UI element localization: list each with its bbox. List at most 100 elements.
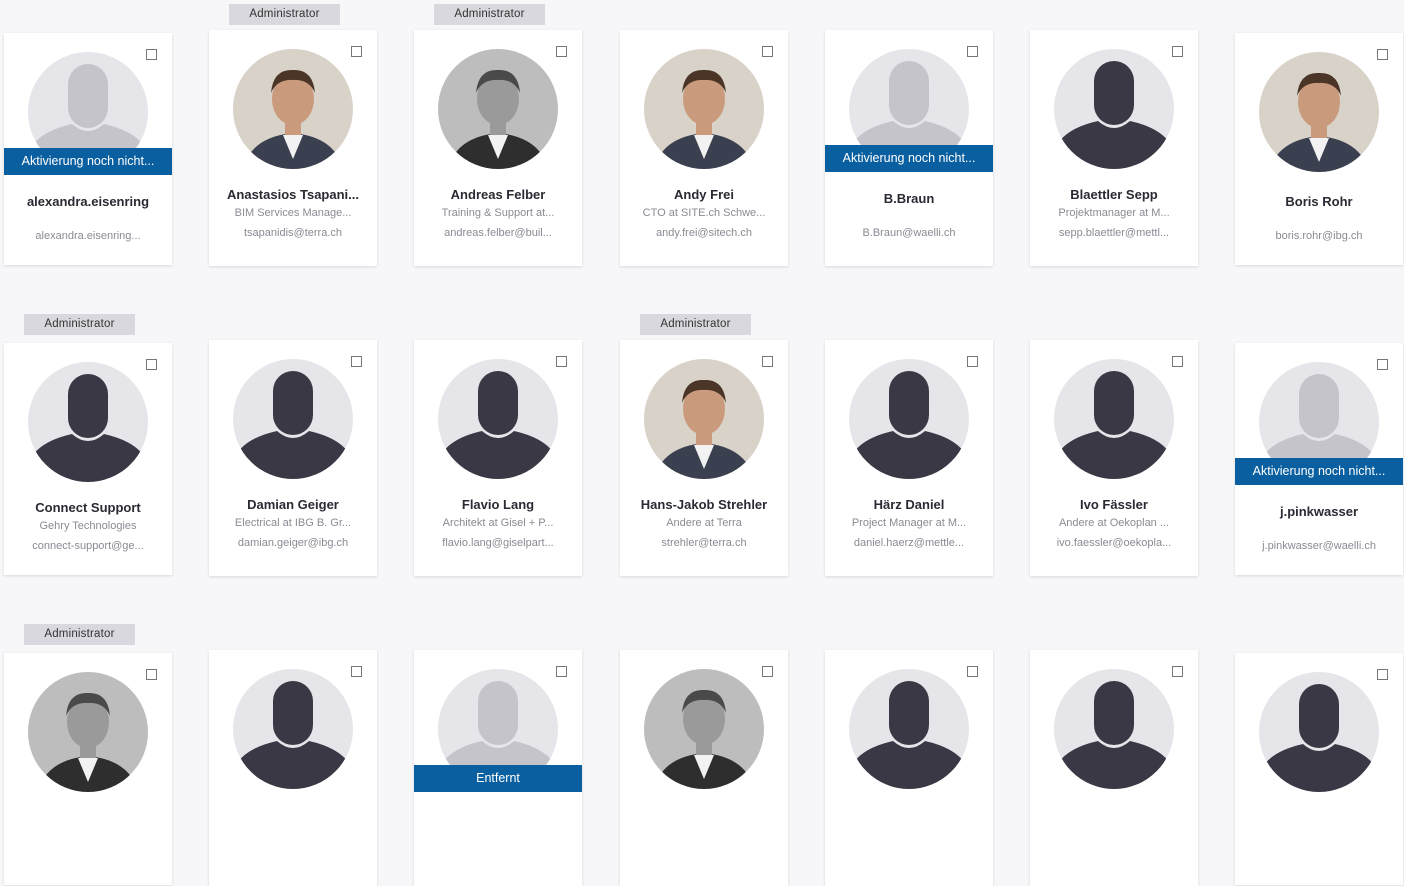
member-name[interactable]: Anastasios Tsapani... (217, 187, 369, 202)
admin-badge: Administrator (229, 4, 340, 25)
select-checkbox[interactable] (967, 666, 978, 677)
member-card[interactable]: Härz Daniel Project Manager at M... daniel… (825, 340, 993, 576)
select-checkbox[interactable] (146, 669, 157, 680)
member-name[interactable]: Damian Geiger (217, 497, 369, 512)
avatar-placeholder-icon[interactable] (849, 669, 969, 789)
avatar-photo[interactable] (28, 672, 148, 792)
member-card[interactable] (4, 653, 172, 885)
avatar-placeholder-icon[interactable] (1054, 669, 1174, 789)
member-role: Andere at Terra (666, 517, 742, 529)
select-checkbox[interactable] (1377, 49, 1388, 60)
member-role: Training & Support at... (441, 207, 555, 219)
member-card[interactable] (620, 650, 788, 886)
select-checkbox[interactable] (967, 356, 978, 367)
select-checkbox[interactable] (556, 46, 567, 57)
member-name[interactable]: Andy Frei (628, 187, 780, 202)
member-email[interactable]: andy.frei@sitech.ch (628, 227, 780, 239)
member-role: Gehry Technologies (39, 520, 137, 532)
member-card[interactable]: Damian Geiger Electrical at IBG B. Gr... d… (209, 340, 377, 576)
member-role: CTO at SITE.ch Schwe... (642, 207, 766, 219)
member-name[interactable]: Hans-Jakob Strehler (628, 497, 780, 512)
select-checkbox[interactable] (762, 666, 773, 677)
select-checkbox[interactable] (1172, 46, 1183, 57)
select-checkbox[interactable] (556, 356, 567, 367)
select-checkbox[interactable] (146, 359, 157, 370)
member-email[interactable]: tsapanidis@terra.ch (217, 227, 369, 239)
member-card[interactable]: Anastasios Tsapani... BIM Services Manage… (209, 30, 377, 266)
avatar-placeholder-icon[interactable] (1054, 359, 1174, 479)
member-name[interactable]: Blaettler Sepp (1038, 187, 1190, 202)
avatar-photo[interactable] (1259, 52, 1379, 172)
select-checkbox[interactable] (1172, 666, 1183, 677)
member-name[interactable]: alexandra.eisenring (12, 194, 164, 209)
member-card[interactable] (209, 650, 377, 886)
select-checkbox[interactable] (351, 356, 362, 367)
member-card[interactable]: Ivo Fässler Andere at Oekoplan ... ivo.fae… (1030, 340, 1198, 576)
member-email[interactable]: sepp.blaettler@mettl... (1038, 227, 1190, 239)
avatar-photo[interactable] (644, 359, 764, 479)
member-card[interactable]: Hans-Jakob Strehler Andere at Terra strehl… (620, 340, 788, 576)
select-checkbox[interactable] (146, 49, 157, 60)
admin-badge: Administrator (434, 4, 545, 25)
select-checkbox[interactable] (1172, 356, 1183, 367)
member-email[interactable]: flavio.lang@giselpart... (422, 537, 574, 549)
member-email[interactable]: damian.geiger@ibg.ch (217, 537, 369, 549)
activation-pending-status-bar: Aktivierung noch nicht... (1235, 458, 1403, 485)
member-role: Projektmanager at M... (1058, 207, 1170, 219)
avatar-photo[interactable] (644, 669, 764, 789)
member-email[interactable]: boris.rohr@ibg.ch (1243, 230, 1395, 242)
member-card[interactable] (1030, 650, 1198, 886)
member-card[interactable]: Andreas Felber Training & Support at... an… (414, 30, 582, 266)
avatar-placeholder-icon[interactable] (1054, 49, 1174, 169)
member-card[interactable]: Flavio Lang Architekt at Gisel + P... flav… (414, 340, 582, 576)
member-email[interactable]: j.pinkwasser@waelli.ch (1243, 540, 1395, 552)
member-email[interactable]: alexandra.eisenring... (12, 230, 164, 242)
member-card[interactable]: Andy Frei CTO at SITE.ch Schwe... andy.fre… (620, 30, 788, 266)
member-card[interactable]: Entfernt (414, 650, 582, 886)
member-role: Electrical at IBG B. Gr... (234, 517, 352, 529)
member-email[interactable]: daniel.haerz@mettle... (833, 537, 985, 549)
avatar-placeholder-icon[interactable] (233, 359, 353, 479)
avatar-placeholder-icon[interactable] (438, 359, 558, 479)
avatar-photo[interactable] (644, 49, 764, 169)
member-email[interactable]: connect-support@ge... (12, 540, 164, 552)
avatar-placeholder-icon[interactable] (1259, 672, 1379, 792)
member-role: BIM Services Manage... (234, 207, 352, 219)
avatar-photo[interactable] (233, 49, 353, 169)
member-card[interactable]: Aktivierung noch nicht... B.Braun B.Braun@… (825, 30, 993, 266)
member-name[interactable]: Härz Daniel (833, 497, 985, 512)
member-card[interactable]: Aktivierung noch nicht... j.pinkwasser j.p… (1235, 343, 1403, 575)
select-checkbox[interactable] (1377, 669, 1388, 680)
select-checkbox[interactable] (1377, 359, 1388, 370)
removed-status-bar: Entfernt (414, 765, 582, 792)
member-email[interactable]: ivo.faessler@oekopla... (1038, 537, 1190, 549)
member-name[interactable]: Flavio Lang (422, 497, 574, 512)
member-email[interactable]: strehler@terra.ch (628, 537, 780, 549)
avatar-placeholder-icon[interactable] (849, 359, 969, 479)
avatar-placeholder-icon[interactable] (28, 362, 148, 482)
select-checkbox[interactable] (351, 46, 362, 57)
member-card[interactable]: Boris Rohr boris.rohr@ibg.ch (1235, 33, 1403, 265)
member-name[interactable]: j.pinkwasser (1243, 504, 1395, 519)
member-role: Project Manager at M... (851, 517, 967, 529)
avatar-placeholder-icon[interactable] (233, 669, 353, 789)
member-email[interactable]: B.Braun@waelli.ch (833, 227, 985, 239)
member-card[interactable] (1235, 653, 1403, 885)
member-card[interactable]: Blaettler Sepp Projektmanager at M... sepp… (1030, 30, 1198, 266)
member-email[interactable]: andreas.felber@buil... (422, 227, 574, 239)
select-checkbox[interactable] (351, 666, 362, 677)
member-card[interactable]: Connect Support Gehry Technologies connect… (4, 343, 172, 575)
member-role: Architekt at Gisel + P... (442, 517, 554, 529)
member-name[interactable]: Connect Support (12, 500, 164, 515)
member-card[interactable]: Aktivierung noch nicht... alexandra.eisen… (4, 33, 172, 265)
member-name[interactable]: Ivo Fässler (1038, 497, 1190, 512)
select-checkbox[interactable] (556, 666, 567, 677)
member-card[interactable] (825, 650, 993, 886)
member-name[interactable]: Boris Rohr (1243, 194, 1395, 209)
select-checkbox[interactable] (762, 46, 773, 57)
select-checkbox[interactable] (967, 46, 978, 57)
avatar-photo[interactable] (438, 49, 558, 169)
member-name[interactable]: Andreas Felber (422, 187, 574, 202)
select-checkbox[interactable] (762, 356, 773, 367)
member-name[interactable]: B.Braun (833, 191, 985, 206)
